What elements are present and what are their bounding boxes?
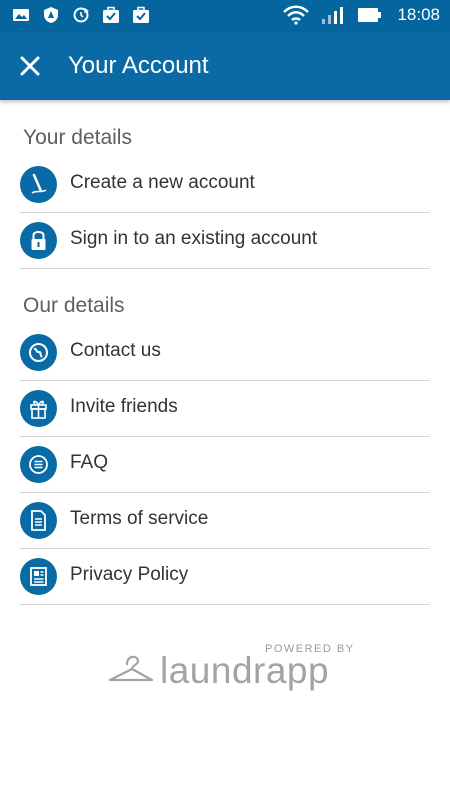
section-title-our-details: Our details [23,294,125,317]
contact-us-label: Contact us [70,340,161,361]
create-account-item[interactable]: Create a new account [20,156,430,213]
hanger-logo-icon [108,655,154,682]
shield-icon [44,7,58,23]
privacy-policy-item[interactable]: Privacy Policy [20,548,430,605]
terms-of-service-label: Terms of service [70,508,209,529]
wifi-icon [283,5,310,25]
briefcase-check-icon [103,6,119,23]
globe-icon [20,334,57,371]
gift-icon [20,390,57,427]
sign-in-item[interactable]: Sign in to an existing account [20,212,430,269]
list-icon [20,446,57,483]
sign-in-label: Sign in to an existing account [70,228,318,249]
newspaper-icon [20,558,57,595]
photo-icon [13,9,29,21]
status-bar: 18:08 [0,0,450,32]
lock-icon [20,222,57,259]
briefcase-check-icon [133,6,149,23]
section-title-your-details: Your details [23,126,132,149]
signal-icon [322,7,344,24]
faq-item[interactable]: FAQ [20,436,430,493]
terms-of-service-item[interactable]: Terms of service [20,492,430,549]
pen-icon [20,166,57,203]
privacy-policy-label: Privacy Policy [70,564,189,585]
page-title: Your Account [68,52,209,79]
invite-friends-label: Invite friends [70,396,178,417]
system-icons: 18:08 [281,5,440,25]
create-account-label: Create a new account [70,172,255,193]
faq-label: FAQ [70,452,109,473]
contact-us-item[interactable]: Contact us [20,324,430,381]
clock: 18:08 [397,5,440,24]
notification-icons [12,6,150,24]
brand-logo: laundrapp [160,650,330,691]
close-icon[interactable] [16,52,44,80]
document-icon [20,502,57,539]
app-bar: Your Account [0,32,450,100]
battery-icon [358,8,382,22]
invite-friends-item[interactable]: Invite friends [20,380,430,437]
sync-icon [73,7,89,23]
